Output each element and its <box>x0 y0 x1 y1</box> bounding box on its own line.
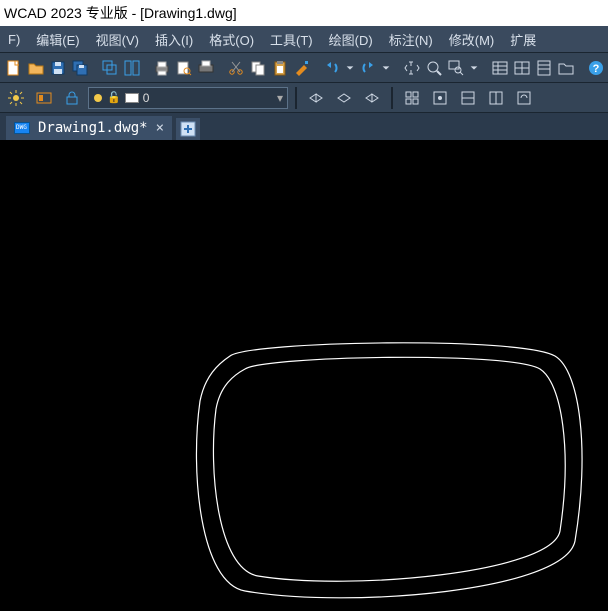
print-button[interactable] <box>152 56 172 80</box>
block-sync-button[interactable] <box>512 86 536 110</box>
pan-button[interactable] <box>402 56 422 80</box>
svg-text:?: ? <box>593 63 600 75</box>
zoom-dropdown[interactable] <box>468 56 480 80</box>
redo-button[interactable] <box>358 56 378 80</box>
undo-dropdown[interactable] <box>344 56 356 80</box>
iso-left-button[interactable] <box>304 86 328 110</box>
block-button[interactable] <box>400 86 424 110</box>
layer-state-button[interactable] <box>32 86 56 110</box>
menu-bar: F) 编辑(E) 视图(V) 插入(I) 格式(O) 工具(T) 绘图(D) 标… <box>0 26 608 53</box>
window-cascade-button[interactable] <box>100 56 120 80</box>
toolbar-sep <box>391 87 393 109</box>
block-ref-button[interactable] <box>456 86 480 110</box>
menu-view[interactable]: 视图(V) <box>88 26 147 52</box>
iso-right-button[interactable] <box>360 86 384 110</box>
new-doc-button[interactable] <box>4 56 24 80</box>
block-attr-button[interactable] <box>484 86 508 110</box>
plus-icon <box>180 121 196 137</box>
sun-icon-button[interactable] <box>4 86 28 110</box>
layer-lock-icon: 🔓 <box>107 91 121 104</box>
match-prop-button[interactable] <box>292 56 312 80</box>
layer-toolbar: 🔓 0 ▾ <box>0 83 608 113</box>
iso-top-button[interactable] <box>332 86 356 110</box>
layer-lock-button[interactable] <box>60 86 84 110</box>
layer-dropdown[interactable]: 🔓 0 ▾ <box>88 87 288 109</box>
copy-button[interactable] <box>248 56 268 80</box>
zoom-window-button[interactable] <box>446 56 466 80</box>
grid-button[interactable] <box>512 56 532 80</box>
menu-format[interactable]: 格式(O) <box>201 26 262 52</box>
title-bar: WCAD 2023 专业版 - [Drawing1.dwg] <box>0 0 608 26</box>
menu-edit[interactable]: 编辑(E) <box>28 26 87 52</box>
dwg-icon <box>14 122 30 134</box>
close-tab-button[interactable]: × <box>156 120 164 136</box>
file-tab-name: Drawing1.dwg* <box>38 120 148 136</box>
menu-modify[interactable]: 修改(M) <box>441 26 503 52</box>
menu-tools[interactable]: 工具(T) <box>262 26 321 52</box>
bulb-icon <box>93 93 103 103</box>
menu-file[interactable]: F) <box>0 26 28 52</box>
save-button[interactable] <box>48 56 68 80</box>
redo-dropdown[interactable] <box>380 56 392 80</box>
menu-draw[interactable]: 绘图(D) <box>321 26 381 52</box>
new-tab-button[interactable] <box>176 118 200 140</box>
props-button[interactable] <box>534 56 554 80</box>
drawing-canvas[interactable] <box>0 141 608 611</box>
paste-button[interactable] <box>270 56 290 80</box>
drawing-svg <box>0 141 608 611</box>
toolbar-sep <box>295 87 297 109</box>
table-button[interactable] <box>490 56 510 80</box>
undo-button[interactable] <box>322 56 342 80</box>
open-button[interactable] <box>26 56 46 80</box>
chevron-down-icon: ▾ <box>277 91 283 105</box>
zoom-extents-button[interactable] <box>424 56 444 80</box>
layer-name: 0 <box>143 91 150 105</box>
window-tile-button[interactable] <box>122 56 142 80</box>
file-tabbar: Drawing1.dwg* × <box>0 113 608 141</box>
menu-insert[interactable]: 插入(I) <box>147 26 201 52</box>
block-edit-button[interactable] <box>428 86 452 110</box>
help-button[interactable]: ? <box>586 56 606 80</box>
cut-button[interactable] <box>226 56 246 80</box>
menu-extend[interactable]: 扩展 <box>502 26 544 52</box>
print-preview-button[interactable] <box>174 56 194 80</box>
standard-toolbar: ? <box>0 53 608 83</box>
layer-color-swatch <box>125 93 139 103</box>
app-title: WCAD 2023 专业版 - [Drawing1.dwg] <box>4 3 237 23</box>
menu-dimension[interactable]: 标注(N) <box>381 26 441 52</box>
plot-button[interactable] <box>196 56 216 80</box>
folder-button[interactable] <box>556 56 576 80</box>
saveall-button[interactable] <box>70 56 90 80</box>
file-tab-active[interactable]: Drawing1.dwg* × <box>6 116 172 140</box>
